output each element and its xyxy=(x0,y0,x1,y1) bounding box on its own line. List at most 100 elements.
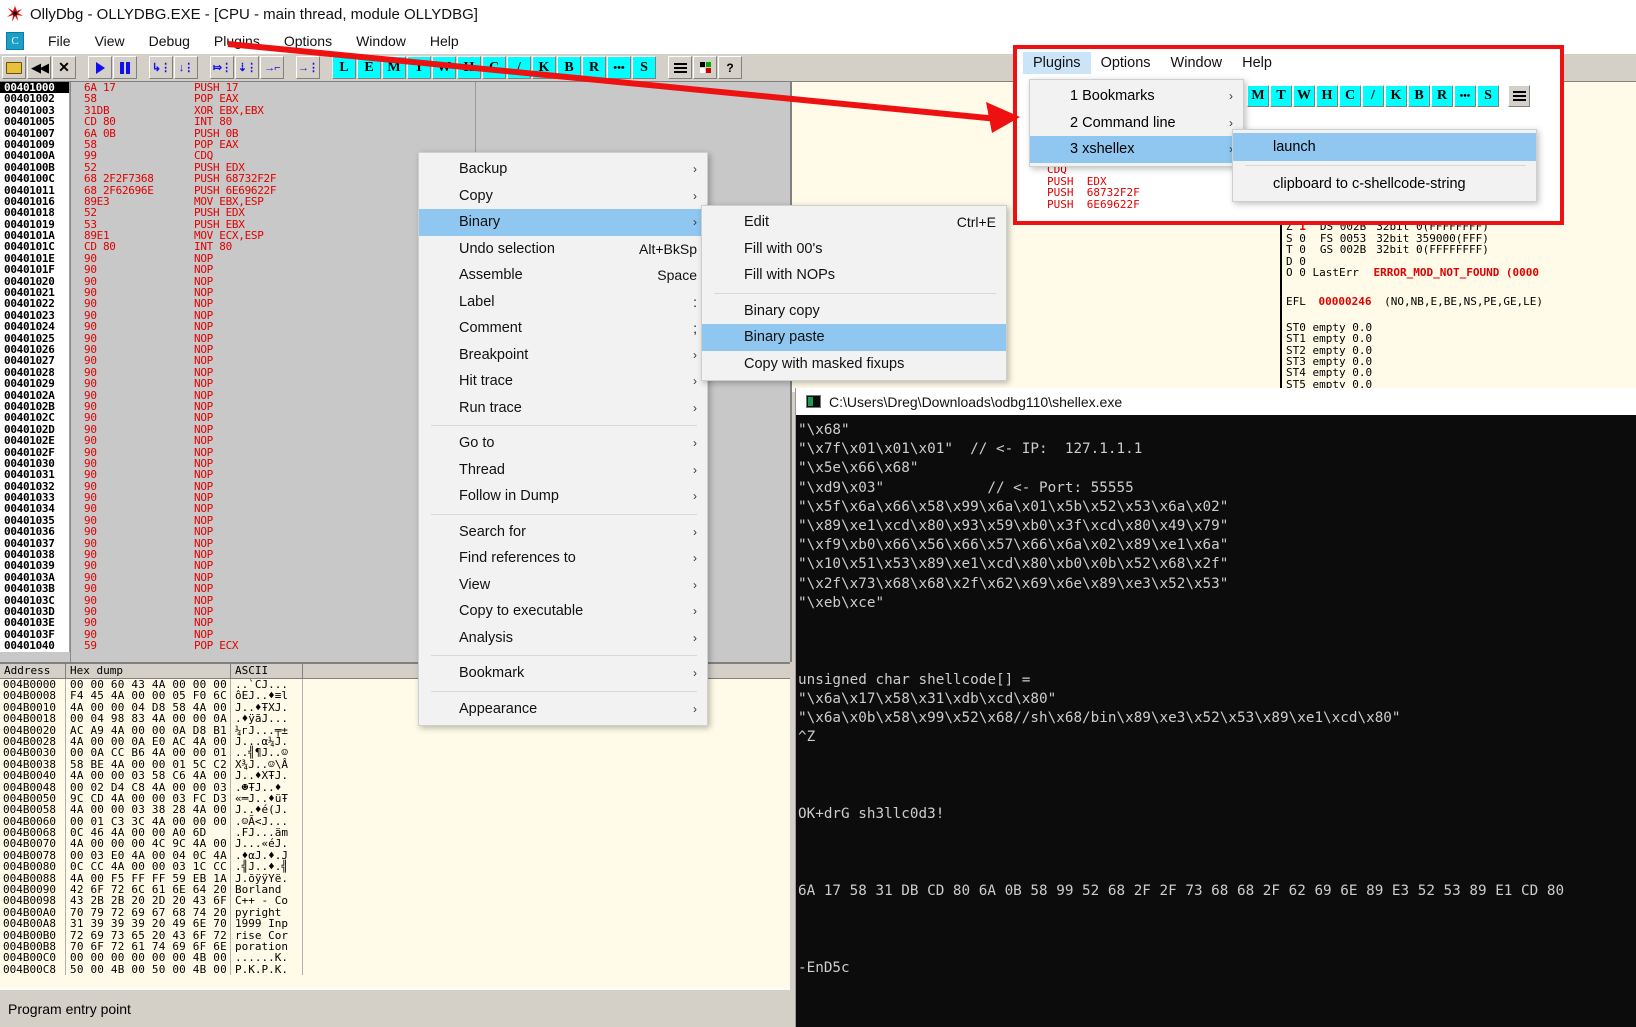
menu-item-plugins[interactable]: Plugins xyxy=(202,31,272,51)
dump-col-ascii[interactable]: ASCII xyxy=(231,664,303,678)
callout-toolbar-letter[interactable]: R xyxy=(1431,85,1453,107)
disasm-row[interactable]: 00401002 58 POP EAX xyxy=(0,93,790,105)
callout-menu-window[interactable]: Window xyxy=(1161,52,1233,74)
help-button[interactable]: ? xyxy=(718,56,742,79)
callout-toolbar-letter[interactable]: B xyxy=(1408,85,1430,107)
menu-item[interactable]: Run trace › xyxy=(419,395,707,422)
menu-item[interactable]: Go to › xyxy=(419,430,707,457)
toolbar-letter-T[interactable]: T xyxy=(407,56,431,79)
toolbar-letter-B[interactable]: B xyxy=(557,56,581,79)
callout-menu-plugins[interactable]: Plugins xyxy=(1023,52,1091,74)
callout-toolbar-letter[interactable]: ••• xyxy=(1454,85,1476,107)
execute-till-return-button[interactable]: →⌐ xyxy=(260,56,284,79)
dump-col-address[interactable]: Address xyxy=(0,664,66,678)
callout-toolbar-letter[interactable]: T xyxy=(1270,85,1292,107)
menu-item-debug[interactable]: Debug xyxy=(137,31,202,51)
menu-item[interactable]: Copy › xyxy=(419,183,707,210)
menu-item[interactable]: Hit trace › xyxy=(419,368,707,395)
step-into-button[interactable]: ↳⋮ xyxy=(149,56,173,79)
callout-toolbar-letter[interactable]: C xyxy=(1339,85,1361,107)
callout-toolbar-letter[interactable]: H xyxy=(1316,85,1338,107)
appearance-button[interactable] xyxy=(693,56,717,79)
menu-item[interactable]: launch xyxy=(1233,133,1536,161)
binary-submenu[interactable]: Edit Ctrl+E Fill with 00's Fill with NOPs Bi… xyxy=(701,205,1007,381)
toolbar-letter-M[interactable]: M xyxy=(382,56,406,79)
disasm-row[interactable]: 00401003 31DB XOR EBX,EBX xyxy=(0,104,790,116)
menu-item[interactable]: View › xyxy=(419,572,707,599)
disasm-row[interactable]: 00401005 CD 80 INT 80 xyxy=(0,116,790,128)
menu-item[interactable]: Edit Ctrl+E xyxy=(702,209,1006,236)
menu-item[interactable]: Binary copy xyxy=(702,298,1006,325)
menu-item-help[interactable]: Help xyxy=(418,31,471,51)
console-window[interactable]: C:\Users\Dreg\Downloads\odbg110\shellex.… xyxy=(795,388,1636,1027)
trace-over-button[interactable]: ⇣⋮ xyxy=(235,56,259,79)
console-output[interactable]: "\x68" "\x7f\x01\x01\x01" // <- IP: 127.… xyxy=(796,415,1636,1027)
menu-item[interactable]: Fill with 00's xyxy=(702,236,1006,263)
toolbar-letter-slash[interactable]: / xyxy=(507,56,531,79)
callout-toolbar-letter[interactable]: W xyxy=(1293,85,1315,107)
callout-list-button[interactable] xyxy=(1508,85,1530,107)
menu-item[interactable]: Comment; xyxy=(419,315,707,342)
toolbar-letter-C[interactable]: C xyxy=(482,56,506,79)
dump-row[interactable]: 004B00C8 50 00 4B 00 50 00 4B 00 P.K.P.K. xyxy=(0,963,790,975)
menu-item[interactable]: Appearance › xyxy=(419,696,707,723)
callout-toolbar-letter[interactable]: / xyxy=(1362,85,1384,107)
menu-item[interactable]: 2 Command line › xyxy=(1030,110,1243,137)
menu-item[interactable]: clipboard to c-shellcode-string xyxy=(1233,170,1536,198)
menu-item-options[interactable]: Options xyxy=(272,31,344,51)
run-button[interactable] xyxy=(88,56,112,79)
close-button[interactable]: ✕ xyxy=(52,56,76,79)
toolbar-letter-dots[interactable]: ••• xyxy=(607,56,631,79)
menu-item[interactable]: 3 xshellex › xyxy=(1030,136,1243,163)
toolbar-letter-H[interactable]: H xyxy=(457,56,481,79)
step-over-button[interactable]: ↓⋮ xyxy=(174,56,198,79)
menu-item[interactable]: Thread › xyxy=(419,457,707,484)
menu-item[interactable]: Follow in Dump › xyxy=(419,483,707,510)
toolbar-letter-S[interactable]: S xyxy=(632,56,656,79)
menu-item[interactable]: Search for › xyxy=(419,519,707,546)
menu-item-view[interactable]: View xyxy=(83,31,137,51)
disasm-row[interactable]: 00401000 6A 17 PUSH 17 xyxy=(0,82,790,93)
menu-item-window[interactable]: Window xyxy=(344,31,418,51)
menu-item[interactable]: Analysis › xyxy=(419,625,707,652)
menu-item-file[interactable]: File xyxy=(36,31,83,51)
callout-menu-help[interactable]: Help xyxy=(1232,52,1282,74)
callout-toolbar-letter[interactable]: S xyxy=(1477,85,1499,107)
menu-item[interactable]: Copy to executable › xyxy=(419,598,707,625)
dump-row[interactable]: 004B0058 4A 00 00 03 38 28 4A 00 J..♦é(J. xyxy=(0,804,790,816)
toolbar-letter-K[interactable]: K xyxy=(532,56,556,79)
menu-item[interactable]: 1 Bookmarks › xyxy=(1030,83,1243,110)
dump-row[interactable]: 004B0080 0C CC 4A 00 00 03 1C CC .╣J..♦.╣ xyxy=(0,861,790,873)
disasm-context-menu[interactable]: Backup › Copy › Binary › Undo selection Alt+BkS… xyxy=(418,152,708,726)
open-button[interactable] xyxy=(2,56,26,79)
menu-item[interactable]: Assemble Space xyxy=(419,262,707,289)
toolbar-letter-R[interactable]: R xyxy=(582,56,606,79)
restart-button[interactable]: ◀◀ xyxy=(27,56,51,79)
menu-item[interactable]: Bookmark › xyxy=(419,660,707,687)
callout-toolbar-letter[interactable]: K xyxy=(1385,85,1407,107)
menu-item[interactable]: Find references to › xyxy=(419,545,707,572)
run-to-cursor-button[interactable]: →⋮ xyxy=(296,56,320,79)
menu-item[interactable]: Breakpoint › xyxy=(419,342,707,369)
pause-button[interactable] xyxy=(113,56,137,79)
dump-col-hex[interactable]: Hex dump xyxy=(66,664,231,678)
menu-item[interactable]: Copy with masked fixups xyxy=(702,351,1006,378)
menu-item[interactable]: Binary paste xyxy=(702,324,1006,351)
plugins-dropdown-menu[interactable]: 1 Bookmarks › 2 Command line › 3 xshellex › xyxy=(1029,79,1244,167)
trace-into-button[interactable]: ⤇⋮ xyxy=(210,56,234,79)
disasm-row[interactable]: 00401007 6A 0B PUSH 0B xyxy=(0,127,790,139)
toolbar-letter-W[interactable]: W xyxy=(432,56,456,79)
toolbar-letter-E[interactable]: E xyxy=(357,56,381,79)
callout-toolbar-letter[interactable]: M xyxy=(1247,85,1269,107)
dump-row[interactable]: 004B00A8 31 39 39 39 20 49 6E 70 1999 Inp xyxy=(0,918,790,930)
xshellex-submenu[interactable]: launch clipboard to c-shellcode-string xyxy=(1232,129,1537,202)
toolbar-letter-L[interactable]: L xyxy=(332,56,356,79)
disasm-row[interactable]: 00401009 58 POP EAX xyxy=(0,139,790,150)
menu-item[interactable]: Undo selection Alt+BkSp xyxy=(419,236,707,263)
dump-row[interactable]: 004B0040 4A 00 00 03 58 C6 4A 00 J..♦XŦJ. xyxy=(0,770,790,782)
options-list-button[interactable] xyxy=(668,56,692,79)
callout-menu-options[interactable]: Options xyxy=(1091,52,1161,74)
menu-item[interactable]: Binary › xyxy=(419,209,707,236)
menu-item[interactable]: Label: xyxy=(419,289,707,316)
menu-item[interactable]: Backup › xyxy=(419,156,707,183)
